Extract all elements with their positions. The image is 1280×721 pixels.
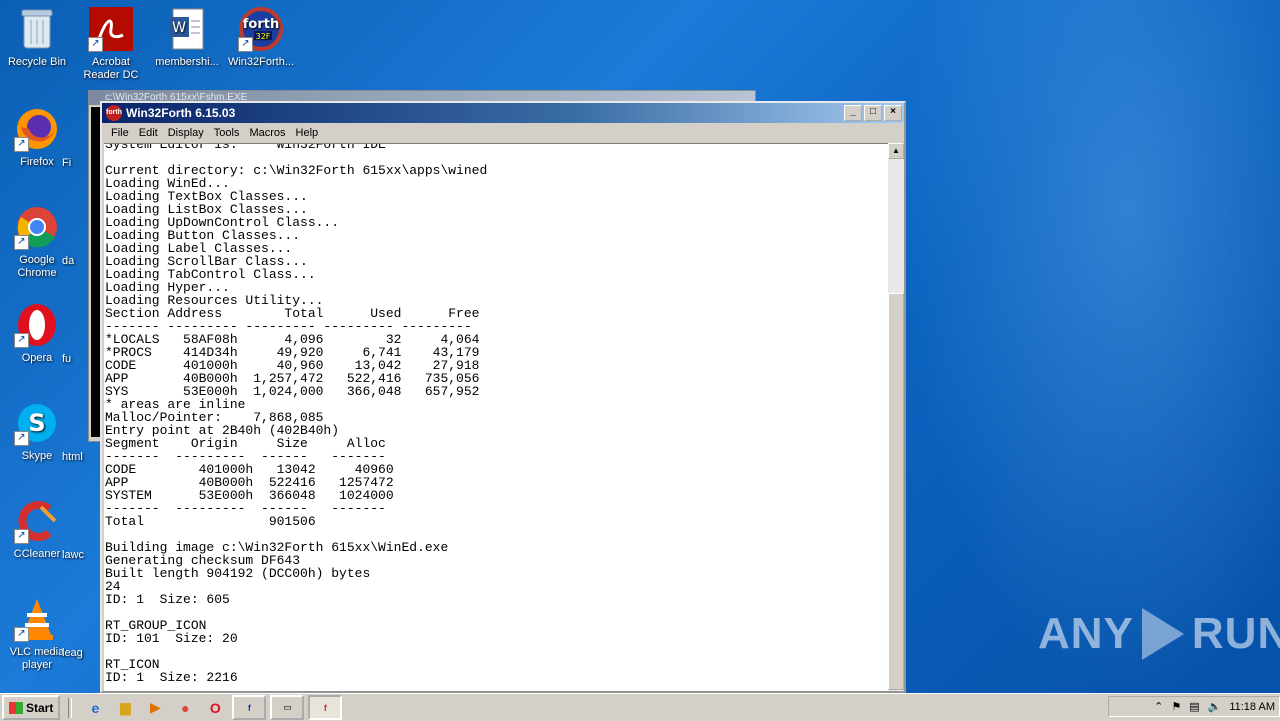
ccleaner-icon: ↗	[14, 498, 60, 544]
desktop-icon-win32forth[interactable]: forth 32F ↗ Win32Forth...	[224, 0, 298, 69]
taskbar-win32forth-icon[interactable]: f	[232, 695, 267, 720]
skype-icon: S ↗	[14, 400, 60, 446]
svg-text:32F: 32F	[256, 32, 271, 41]
shortcut-arrow-icon: ↗	[14, 235, 29, 250]
menu-tools[interactable]: Tools	[209, 127, 245, 139]
desktop-icon-partial[interactable]: html	[62, 451, 98, 464]
close-button[interactable]: ×	[884, 105, 902, 121]
opera-icon: ↗	[14, 302, 60, 348]
network-icon[interactable]: ▤	[1189, 700, 1199, 713]
desktop-icon-partial[interactable]: lawc	[62, 549, 98, 562]
window-title: Win32Forth 6.15.03	[126, 106, 236, 120]
vertical-scrollbar[interactable]: ▲	[888, 143, 904, 691]
desktop-icon-partial[interactable]: leag	[62, 647, 98, 660]
play-triangle-icon	[1141, 608, 1184, 660]
explorer-quicklaunch-icon[interactable]: ▆	[114, 697, 136, 719]
desktop-icon-recycle-bin[interactable]: Recycle Bin	[0, 0, 74, 69]
desktop-icon-acrobat[interactable]: ↗ Acrobat Reader DC	[74, 0, 148, 82]
scroll-up-arrow-icon[interactable]: ▲	[888, 143, 904, 159]
acrobat-reader-icon: ↗	[88, 6, 134, 52]
chrome-icon: ↗	[14, 204, 60, 250]
system-tray: ⌃ ⚑ ▤ 🔈 11:18 AM	[1108, 696, 1280, 717]
desktop-icon-label: membershi...	[155, 56, 219, 68]
menu-macros[interactable]: Macros	[244, 127, 290, 139]
desktop-icon-label: Win32Forth...	[227, 56, 295, 68]
start-button[interactable]: Start	[2, 695, 61, 720]
maximize-button[interactable]: □	[864, 105, 882, 121]
desktop-icon-membership-doc[interactable]: W membershi...	[150, 0, 224, 69]
action-center-flag-icon[interactable]: ⚑	[1171, 700, 1181, 713]
svg-text:W: W	[172, 20, 186, 36]
menu-display[interactable]: Display	[163, 127, 209, 139]
windows-flag-icon	[9, 701, 23, 714]
console-text: System Editor is: Win32Forth IDE Current…	[105, 143, 488, 685]
win32forth-window[interactable]: forth Win32Forth 6.15.03 _ □ × File Edit…	[100, 101, 906, 693]
tray-expand-icon[interactable]: ⌃	[1154, 700, 1163, 713]
shortcut-arrow-icon: ↗	[14, 333, 29, 348]
recycle-bin-icon	[14, 6, 60, 52]
console-output-area[interactable]: System Editor is: Win32Forth IDE Current…	[104, 143, 888, 691]
firefox-icon: ↗	[14, 106, 60, 152]
vlc-icon: ↗	[14, 596, 60, 642]
svg-text:forth: forth	[243, 17, 279, 32]
shortcut-arrow-icon: ↗	[14, 529, 29, 544]
menu-help[interactable]: Help	[291, 127, 324, 139]
menu-edit[interactable]: Edit	[134, 127, 163, 139]
desktop-icon-label: Recycle Bin	[7, 56, 67, 68]
anyrun-watermark: ANY RUN	[1038, 608, 1280, 660]
taskbar-win32forth-active-icon[interactable]: f	[308, 695, 343, 720]
shortcut-arrow-icon: ↗	[88, 37, 103, 52]
shortcut-arrow-icon: ↗	[14, 431, 29, 446]
taskbar-console-icon[interactable]: ▭	[270, 695, 305, 720]
svg-text:S: S	[28, 409, 45, 437]
chrome-quicklaunch-icon[interactable]: ●	[174, 697, 196, 719]
shortcut-arrow-icon: ↗	[14, 137, 29, 152]
media-player-quicklaunch-icon[interactable]: ▶	[144, 697, 166, 719]
menu-file[interactable]: File	[106, 127, 134, 139]
scroll-thumb[interactable]	[888, 293, 904, 690]
opera-quicklaunch-icon[interactable]: O	[204, 697, 226, 719]
minimize-button[interactable]: _	[844, 105, 862, 121]
menu-bar: File Edit Display Tools Macros Help	[102, 123, 904, 143]
clock[interactable]: 11:18 AM	[1229, 701, 1275, 713]
shortcut-arrow-icon: ↗	[14, 627, 29, 642]
desktop-background-glow	[900, 0, 1280, 700]
title-bar[interactable]: forth Win32Forth 6.15.03 _ □ ×	[102, 103, 904, 123]
shortcut-arrow-icon: ↗	[238, 37, 253, 52]
taskbar: Start e ▆ ▶ ● O f ▭ f ⌃ ⚑ ▤ 🔈 11:18 AM	[0, 693, 1280, 721]
forth-app-icon: forth	[106, 105, 122, 121]
desktop-icon-label: Acrobat Reader DC	[83, 56, 139, 81]
word-document-icon: W	[164, 6, 210, 52]
volume-icon[interactable]: 🔈	[1208, 700, 1222, 713]
ie-quicklaunch-icon[interactable]: e	[84, 697, 106, 719]
win32forth-icon: forth 32F ↗	[238, 6, 284, 52]
